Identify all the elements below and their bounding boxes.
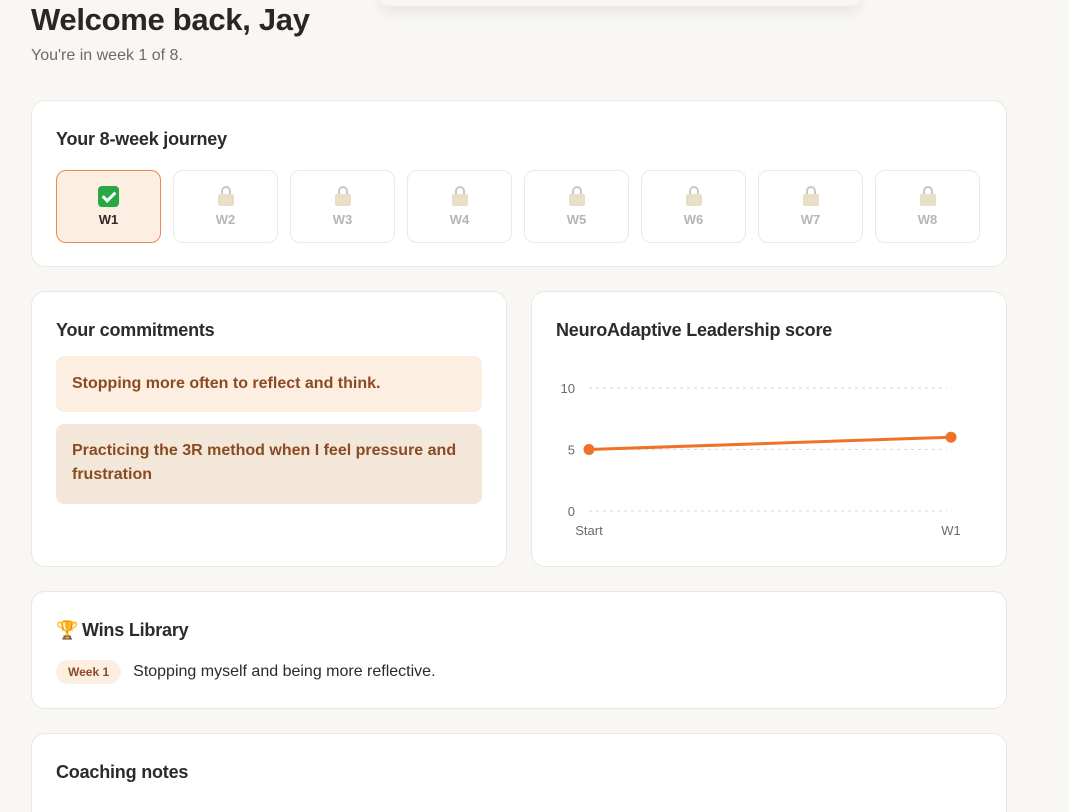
lock-icon	[683, 185, 705, 207]
lock-icon	[332, 185, 354, 207]
commitment-item: Stopping more often to reflect and think…	[56, 356, 482, 412]
page-title: Welcome back, Jay	[31, 2, 310, 37]
commitments-card: Your commitments Stopping more often to …	[31, 291, 507, 567]
week-tile-w8[interactable]: W8	[875, 170, 980, 243]
data-point	[945, 431, 957, 443]
lock-icon	[215, 185, 237, 207]
week-label: W5	[566, 212, 587, 227]
page-subtitle: You're in week 1 of 8.	[31, 47, 183, 64]
week-tile-w1[interactable]: W1	[56, 170, 161, 243]
win-item: Week 1 Stopping myself and being more re…	[56, 660, 436, 684]
trophy-icon: 🏆	[56, 620, 79, 640]
week-tile-w6[interactable]: W6	[641, 170, 746, 243]
week-tile-w5[interactable]: W5	[524, 170, 629, 243]
score-card: NeuroAdaptive Leadership score 10 5 0 Start…	[531, 291, 1007, 567]
week-tile-w2[interactable]: W2	[173, 170, 278, 243]
commitments-title: Your commitments	[56, 320, 215, 340]
week-label: W2	[215, 212, 236, 227]
lock-icon	[917, 185, 939, 207]
week-tile-w7[interactable]: W7	[758, 170, 863, 243]
y-tick-label: 5	[568, 443, 575, 458]
score-chart: 10 5 0Start W1	[561, 381, 961, 538]
journey-card: Your 8-week journey W1 W2 W3 W4 W5 W6 W7	[31, 100, 1007, 267]
y-tick-label: 10	[561, 381, 575, 396]
x-tick-label: W1	[941, 523, 961, 538]
wins-title-text: Wins Library	[82, 620, 189, 640]
journey-title: Your 8-week journey	[56, 129, 227, 149]
week-label: W6	[683, 212, 704, 227]
data-point	[583, 444, 595, 455]
lock-icon	[566, 185, 588, 207]
week-list: W1 W2 W3 W4 W5 W6 W7 W8	[56, 170, 980, 243]
coaching-card: Coaching notes	[31, 733, 1007, 812]
y-tick-label: 0	[568, 504, 575, 519]
x-tick-label: Start	[575, 523, 603, 538]
series-line	[588, 435, 952, 451]
lock-icon	[800, 185, 822, 207]
week-label: W3	[332, 212, 353, 227]
week-tile-w4[interactable]: W4	[407, 170, 512, 243]
week-label: W1	[98, 212, 119, 227]
wins-card: 🏆 Wins Library Week 1 Stopping myself and…	[31, 591, 1007, 709]
top-shadow-bar	[380, 0, 860, 6]
win-text: Stopping myself and being more reflectiv…	[133, 663, 436, 680]
week-badge: Week 1	[56, 660, 122, 684]
check-icon	[98, 185, 120, 207]
lock-icon	[449, 185, 471, 207]
week-tile-w3[interactable]: W3	[290, 170, 395, 243]
wins-title: 🏆 Wins Library	[56, 620, 189, 641]
commitment-item: Practicing the 3R method when I feel pre…	[56, 424, 482, 504]
week-label: W8	[917, 212, 938, 227]
coaching-title: Coaching notes	[56, 762, 189, 782]
week-label: W4	[449, 212, 470, 227]
week-label: W7	[800, 212, 821, 227]
